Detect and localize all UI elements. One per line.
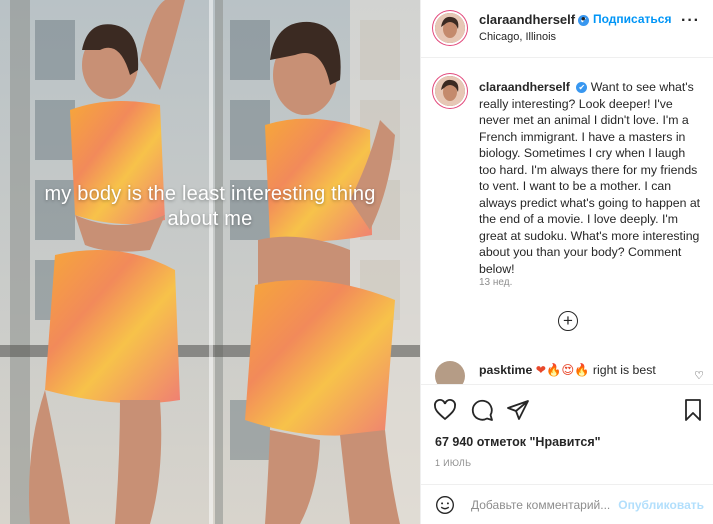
separator-dot: • xyxy=(581,11,586,26)
likes-count[interactable]: 67 940 отметок "Нравится" xyxy=(435,435,601,449)
publish-button[interactable]: Опубликовать xyxy=(618,498,704,512)
post-photo[interactable]: my body is the least interesting thing a… xyxy=(0,0,420,524)
add-comment-bar: Добавьте комментарий... Опубликовать xyxy=(421,484,713,524)
comment-body: right is best xyxy=(592,363,656,377)
load-more-comments-icon[interactable]: + xyxy=(558,311,578,331)
caption-time[interactable]: 13 нед. xyxy=(479,277,512,288)
comment-like-icon[interactable]: ♡ xyxy=(694,369,704,382)
caption-body: Want to see what's really interesting? L… xyxy=(479,80,701,276)
caption-text: claraandherself ✔ Want to see what's rea… xyxy=(479,79,701,277)
caption-username[interactable]: claraandherself xyxy=(479,80,570,94)
caption-author-avatar[interactable] xyxy=(435,76,465,106)
commenter-username[interactable]: pasktime xyxy=(479,363,532,377)
share-icon[interactable] xyxy=(506,398,530,422)
author-username-text[interactable]: claraandherself xyxy=(479,12,575,27)
comment-emoji: ❤🔥😍🔥 xyxy=(535,363,590,377)
comment-icon[interactable] xyxy=(470,398,494,422)
location-link[interactable]: Chicago, Illinois xyxy=(479,31,556,43)
save-bookmark-icon[interactable] xyxy=(681,398,705,422)
photo-illustration xyxy=(0,0,420,524)
like-heart-icon[interactable] xyxy=(433,398,457,422)
caption-section: claraandherself ✔ Want to see what's rea… xyxy=(421,58,713,356)
follow-button[interactable]: Подписаться xyxy=(593,12,671,26)
more-options-icon[interactable]: ··· xyxy=(681,12,700,30)
post-side-panel: claraandherself ✔ • Подписаться Chicago, … xyxy=(420,0,713,524)
author-avatar[interactable] xyxy=(435,13,465,43)
comment-input[interactable]: Добавьте комментарий... xyxy=(471,498,610,512)
instagram-post: my body is the least interesting thing a… xyxy=(0,0,713,524)
author-username[interactable]: claraandherself ✔ xyxy=(479,12,590,27)
emoji-smile-icon[interactable] xyxy=(435,495,455,515)
photo-overlay-text: my body is the least interesting thing a… xyxy=(0,182,420,232)
photo-caption-line-2: about me xyxy=(167,208,253,230)
commenter-avatar[interactable] xyxy=(435,361,465,384)
comment-text: pasktime ❤🔥😍🔥 right is best xyxy=(479,363,656,378)
post-header: claraandherself ✔ • Подписаться Chicago, … xyxy=(421,0,713,58)
photo-caption-line-1: my body is the least interesting thing xyxy=(44,183,376,205)
comment-item: pasktime ❤🔥😍🔥 right is best ♡ xyxy=(421,356,713,384)
post-date[interactable]: 1 ИЮЛЬ xyxy=(435,458,471,468)
verified-icon: ✔ xyxy=(576,82,588,93)
